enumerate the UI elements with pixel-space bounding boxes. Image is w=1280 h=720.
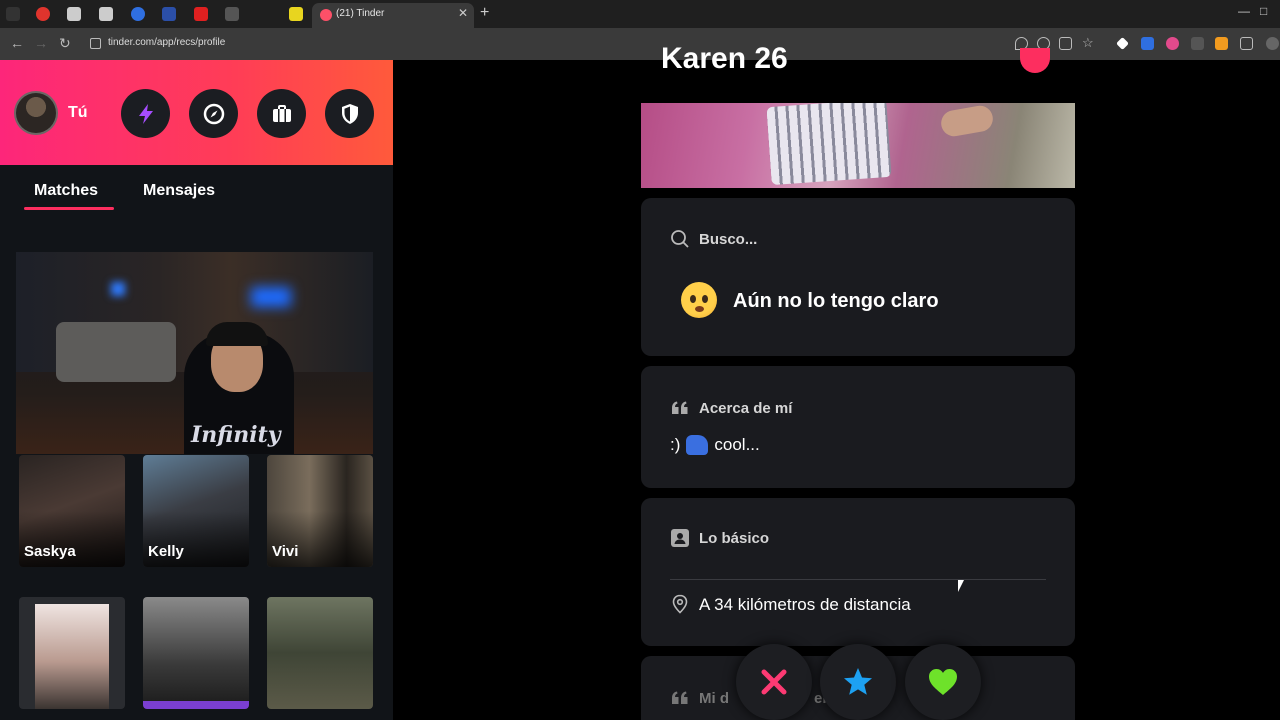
nope-button[interactable] bbox=[736, 644, 812, 720]
match-name: Saskya bbox=[24, 543, 76, 560]
compass-icon bbox=[203, 103, 224, 124]
looking-for-value: Aún no lo tengo claro bbox=[733, 290, 939, 312]
looking-for-label: Busco... bbox=[699, 231, 758, 248]
thinking-face-icon bbox=[681, 282, 717, 318]
forward-icon[interactable]: → bbox=[34, 35, 48, 51]
install-icon[interactable] bbox=[1059, 37, 1072, 50]
about-text: :) cool... bbox=[670, 435, 760, 455]
quote-icon bbox=[672, 691, 688, 704]
tab-list-icon[interactable] bbox=[6, 7, 20, 21]
extension-icon[interactable] bbox=[1141, 37, 1154, 50]
location-pin-icon bbox=[672, 594, 688, 614]
pinned-tab-icon[interactable] bbox=[194, 7, 208, 21]
minimize-button[interactable]: — bbox=[1238, 4, 1250, 18]
heart-icon bbox=[929, 669, 957, 695]
lightning-icon bbox=[138, 103, 153, 124]
explore-button[interactable] bbox=[189, 89, 238, 138]
maximize-button[interactable]: □ bbox=[1260, 4, 1267, 18]
active-tab-indicator bbox=[24, 207, 114, 210]
avatar[interactable] bbox=[14, 91, 58, 135]
pinned-tab-icon[interactable] bbox=[67, 7, 81, 21]
like-button[interactable] bbox=[905, 644, 981, 720]
search-icon bbox=[671, 230, 689, 248]
about-text-suffix: cool... bbox=[714, 435, 760, 454]
pinned-tab-icon[interactable] bbox=[225, 7, 239, 21]
safety-button[interactable] bbox=[325, 89, 374, 138]
briefcase-icon bbox=[272, 104, 291, 122]
pinned-tab-icon[interactable] bbox=[131, 7, 145, 21]
match-card-saskya[interactable]: Saskya bbox=[19, 455, 125, 567]
basics-label: Lo básico bbox=[699, 530, 770, 547]
new-tab-button[interactable]: + bbox=[480, 4, 489, 22]
profile-photo[interactable] bbox=[641, 103, 1075, 188]
x-icon bbox=[761, 669, 787, 695]
boost-button[interactable] bbox=[121, 89, 170, 138]
tab-messages[interactable]: Mensajes bbox=[143, 182, 215, 200]
extension-icon[interactable] bbox=[1116, 37, 1129, 50]
star-icon bbox=[844, 668, 872, 695]
match-card[interactable] bbox=[267, 597, 373, 709]
looking-for-section: Busco... Aún no lo tengo claro bbox=[641, 198, 1075, 356]
quote-icon bbox=[672, 401, 688, 414]
match-card-vivi[interactable]: Vivi bbox=[267, 455, 373, 567]
pinned-tab-icon[interactable] bbox=[36, 7, 50, 21]
profile-name-age: Karen 26 bbox=[661, 42, 788, 75]
wave-emoji-icon bbox=[686, 435, 709, 455]
match-name: Vivi bbox=[272, 543, 299, 560]
extension-icon[interactable] bbox=[1215, 37, 1228, 50]
about-label: Acerca de mí bbox=[699, 400, 793, 417]
webcam-overlay: Infinity bbox=[16, 252, 373, 454]
about-text-prefix: :) bbox=[670, 435, 681, 454]
bookmark-star-icon[interactable]: ☆ bbox=[1082, 35, 1094, 51]
match-card-kelly[interactable]: Kelly bbox=[143, 455, 249, 567]
tab-title: (21) Tinder bbox=[336, 8, 385, 19]
about-section: Acerca de mí :) cool... bbox=[641, 366, 1075, 488]
tinder-favicon bbox=[320, 9, 332, 21]
sidebar-tabs: Matches Mensajes bbox=[0, 182, 393, 212]
match-card[interactable] bbox=[19, 597, 125, 709]
match-card[interactable] bbox=[143, 597, 249, 709]
like-badge bbox=[1020, 48, 1050, 73]
tab-matches[interactable]: Matches bbox=[34, 182, 98, 200]
url-field[interactable]: tinder.com/app/recs/profile bbox=[108, 37, 225, 48]
pinned-tab-icon[interactable] bbox=[99, 7, 113, 21]
pinned-tab-icon[interactable] bbox=[289, 7, 303, 21]
site-info-icon[interactable] bbox=[90, 38, 101, 49]
active-tab[interactable]: (21) Tinder ✕ bbox=[312, 3, 474, 28]
superlike-button[interactable] bbox=[820, 644, 896, 720]
tab-close-icon[interactable]: ✕ bbox=[458, 6, 468, 20]
pinned-tab-icon[interactable] bbox=[162, 7, 176, 21]
section-divider bbox=[670, 579, 1046, 580]
basics-section: Lo básico A 34 kilómetros de distancia bbox=[641, 498, 1075, 646]
webcam-shirt-text: Infinity bbox=[191, 422, 281, 448]
profile-icon[interactable] bbox=[1266, 37, 1279, 50]
id-card-icon bbox=[671, 529, 689, 547]
extension-icon[interactable] bbox=[1191, 37, 1204, 50]
extension-icon[interactable] bbox=[1166, 37, 1179, 50]
sidebar: Tú Matches Mensajes Infinity Saskya Kell… bbox=[0, 60, 393, 720]
address-bar: ← → ↻ tinder.com/app/recs/profile ☆ bbox=[0, 28, 1280, 60]
reload-icon[interactable]: ↻ bbox=[59, 35, 71, 52]
mouse-cursor bbox=[958, 580, 964, 592]
match-name: Kelly bbox=[148, 543, 184, 560]
back-icon[interactable]: ← bbox=[10, 35, 24, 51]
distance-text: A 34 kilómetros de distancia bbox=[699, 595, 911, 614]
extensions-puzzle-icon[interactable] bbox=[1240, 37, 1253, 50]
browser-tab-bar: (21) Tinder ✕ + — □ bbox=[0, 0, 1280, 28]
shield-icon bbox=[341, 103, 358, 124]
work-button[interactable] bbox=[257, 89, 306, 138]
sidebar-header: Tú bbox=[0, 60, 393, 165]
profile-label[interactable]: Tú bbox=[68, 104, 88, 122]
